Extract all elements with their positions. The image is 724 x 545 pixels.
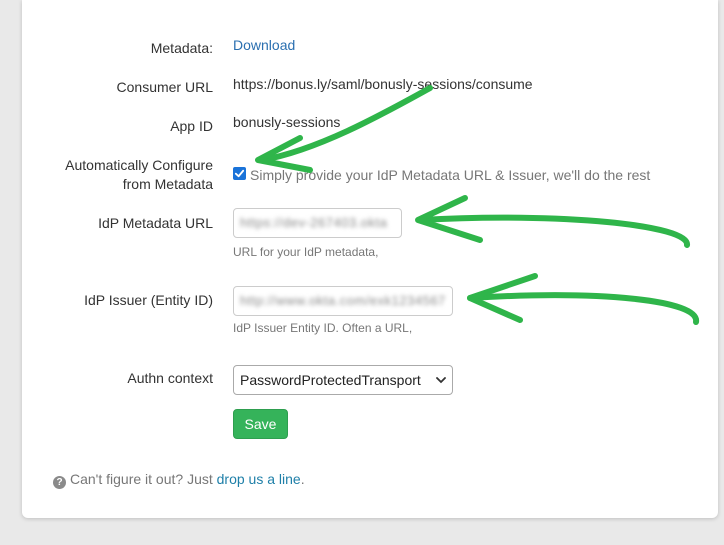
idp-issuer-value: http://www.okta.com/exk1234567 <box>240 293 446 308</box>
save-button[interactable]: Save <box>233 409 288 439</box>
app-id-label: App ID <box>170 118 213 134</box>
auto-config-label-line1: Automatically Configure <box>65 157 213 173</box>
authn-context-selected: PasswordProtectedTransport <box>240 372 421 388</box>
help-footer-suffix: . <box>300 471 305 487</box>
help-footer: ? Can't figure it out? Just drop us a lin… <box>53 470 305 489</box>
idp-issuer-input[interactable]: http://www.okta.com/exk1234567 <box>233 286 453 316</box>
auto-config-label-line2: from Metadata <box>122 176 213 192</box>
auto-config-description: Simply provide your IdP Metadata URL & I… <box>250 167 651 183</box>
consumer-url-value: https://bonus.ly/saml/bonusly-sessions/c… <box>233 76 533 92</box>
idp-issuer-help: IdP Issuer Entity ID. Often a URL, <box>233 321 413 335</box>
question-circle-icon: ? <box>53 476 66 489</box>
metadata-label: Metadata: <box>150 40 213 56</box>
idp-metadata-url-label: IdP Metadata URL <box>98 215 213 231</box>
idp-metadata-url-input[interactable]: https://dev-267403.okta <box>233 208 402 238</box>
authn-context-select[interactable]: PasswordProtectedTransport <box>233 365 453 395</box>
drop-us-a-line-link[interactable]: drop us a line <box>217 471 301 487</box>
idp-issuer-label: IdP Issuer (Entity ID) <box>84 292 213 308</box>
metadata-download-link[interactable]: Download <box>233 36 295 55</box>
idp-metadata-url-value: https://dev-267403.okta <box>240 215 388 230</box>
auto-config-checkbox[interactable] <box>233 167 246 180</box>
idp-metadata-url-help: URL for your IdP metadata, <box>233 245 379 259</box>
authn-context-label: Authn context <box>127 370 213 386</box>
app-id-value: bonusly-sessions <box>233 114 341 130</box>
chevron-down-icon <box>435 366 447 394</box>
consumer-url-label: Consumer URL <box>116 79 213 95</box>
check-icon <box>234 169 245 178</box>
help-footer-prefix: Can't figure it out? Just <box>70 471 217 487</box>
